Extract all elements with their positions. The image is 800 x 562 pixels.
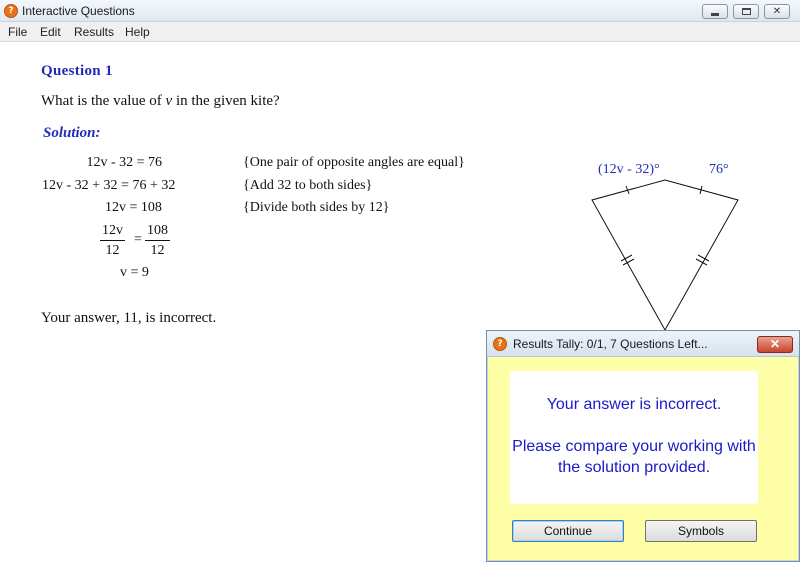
close-icon: ✕ (772, 6, 782, 17)
result-message-box: Your answer is incorrect. Please compare… (510, 371, 758, 504)
kite-diagram (591, 179, 739, 332)
answer-feedback: Your answer, 11, is incorrect. (41, 310, 217, 326)
menu-file[interactable]: File (8, 25, 27, 39)
result-message-incorrect: Your answer is incorrect. (546, 396, 722, 413)
equals-sign: = (134, 232, 142, 247)
continue-button[interactable]: Continue (512, 520, 624, 542)
fraction-left-numerator: 12v (100, 222, 125, 241)
maximize-icon (741, 8, 751, 15)
solution-final: v = 9 (120, 265, 149, 280)
double-tick-left-a (620, 254, 633, 262)
result-message-compare: Please compare your working with the sol… (512, 438, 756, 476)
fraction-left-denominator: 12 (105, 243, 120, 258)
results-dialog: ? Results Tally: 0/1, 7 Questions Left..… (486, 330, 800, 562)
dialog-title: Results Tally: 0/1, 7 Questions Left... (513, 337, 708, 351)
kite-angle-left-label: (12v - 32)° (598, 162, 660, 177)
solution-reason-1: {One pair of opposite angles are equal} (243, 155, 465, 170)
kite-shape (591, 179, 739, 332)
dialog-close-button[interactable]: ✕ (757, 336, 793, 353)
maximize-button[interactable] (733, 4, 759, 19)
menu-bar: File Edit Results Help (0, 22, 800, 42)
question-title: Question 1 (41, 63, 113, 79)
symbols-button[interactable]: Symbols (645, 520, 757, 542)
app-icon: ? (4, 4, 18, 18)
kite-angle-right-label: 76° (709, 162, 729, 177)
menu-edit[interactable]: Edit (40, 25, 61, 39)
solution-step-3: 12v = 108 (105, 200, 162, 215)
close-button[interactable]: ✕ (764, 4, 790, 19)
dialog-titlebar: ? Results Tally: 0/1, 7 Questions Left..… (487, 331, 799, 357)
menu-help[interactable]: Help (125, 25, 150, 39)
solution-label: Solution: (43, 125, 101, 141)
question-text: What is the value of v in the given kite… (41, 93, 280, 109)
solution-step-2: 12v - 32 + 32 = 76 + 32 (42, 178, 176, 193)
close-icon: ✕ (769, 337, 781, 351)
minimize-button[interactable] (702, 4, 728, 19)
solution-reason-3: {Divide both sides by 12} (243, 200, 390, 215)
double-tick-right-a (697, 254, 710, 262)
menu-results[interactable]: Results (74, 25, 114, 39)
fraction-right-denominator: 12 (150, 243, 165, 258)
fraction-right: 108 12 (145, 222, 170, 261)
solution-reason-2: {Add 32 to both sides} (243, 178, 373, 193)
minimize-icon (711, 12, 719, 16)
fraction-right-numerator: 108 (145, 222, 170, 241)
solution-step-1: 12v - 32 = 76 (86, 155, 162, 170)
dialog-app-icon: ? (493, 337, 507, 351)
fraction-left: 12v 12 (100, 222, 125, 261)
window-title: Interactive Questions (22, 4, 135, 18)
window-titlebar: ? Interactive Questions ✕ (0, 0, 800, 22)
